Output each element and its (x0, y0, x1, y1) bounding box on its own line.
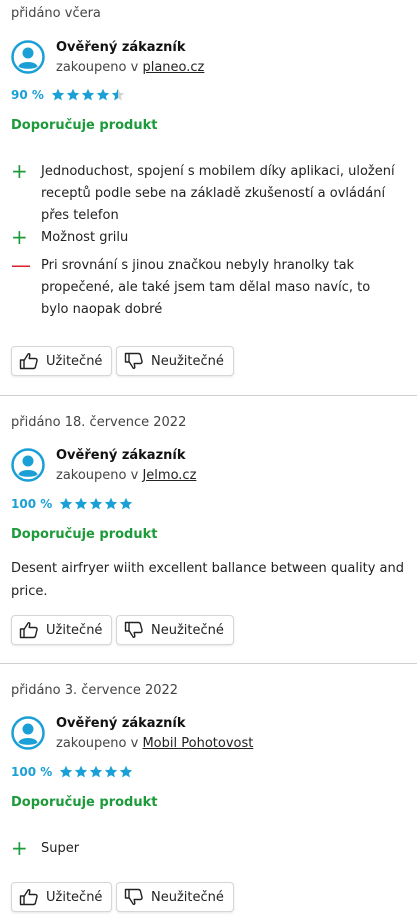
purchased-at-label: zakoupeno v (56, 736, 139, 751)
user-avatar-icon (11, 716, 45, 750)
star-icon (90, 765, 103, 778)
star-icon (96, 88, 110, 101)
plus-icon: + (11, 159, 28, 183)
thumbs-up-icon (19, 353, 38, 370)
recommends-product: Doporučuje produkt (11, 118, 158, 133)
star-icon (105, 497, 118, 510)
store-link[interactable]: Jelmo.cz (142, 468, 196, 483)
not-useful-button[interactable]: Neužitečné (116, 882, 234, 912)
user-avatar-icon (11, 448, 45, 482)
useful-button[interactable]: Užitečné (11, 346, 113, 376)
useful-button[interactable]: Užitečné (11, 615, 113, 645)
user-avatar-icon (11, 40, 45, 74)
review-date: přidáno 18. července 2022 (11, 415, 187, 430)
star-icon (66, 88, 80, 101)
con-text: Pri srovnání s jinou značkou nebyly hran… (41, 258, 371, 317)
minus-icon: — (11, 253, 31, 277)
useful-button[interactable]: Užitečné (11, 882, 113, 912)
store-link[interactable]: Mobil Pohotovost (142, 736, 253, 751)
recommends-product: Doporučuje produkt (11, 527, 158, 542)
star-icon (60, 765, 73, 778)
author-name: Ověřený zákazník (56, 40, 186, 55)
not-useful-label: Neužitečné (151, 622, 224, 638)
rating-percent: 100 % (11, 765, 53, 779)
recommends-product: Doporučuje produkt (11, 795, 158, 810)
purchased-at: zakoupeno v Jelmo.cz (56, 468, 196, 483)
review-text: Desent airfryer wiith excellent ballance… (11, 561, 404, 599)
pro-text: Super (41, 841, 80, 856)
useful-label: Užitečné (46, 889, 103, 905)
thumbs-down-icon (124, 621, 143, 638)
rating: 100 % (11, 497, 133, 511)
purchased-at-label: zakoupeno v (56, 60, 139, 75)
not-useful-button[interactable]: Neužitečné (116, 615, 234, 645)
author-name: Ověřený zákazník (56, 448, 186, 463)
rating-percent: 90 % (11, 88, 44, 102)
useful-label: Užitečné (46, 622, 103, 638)
star-rating (59, 497, 133, 511)
star-icon (111, 88, 125, 101)
review-date: přidáno 3. července 2022 (11, 683, 179, 698)
star-icon (60, 497, 73, 510)
star-icon (51, 88, 65, 101)
thumbs-up-icon (19, 622, 38, 639)
review-date: přidáno včera (11, 6, 101, 21)
rating: 100 % (11, 765, 133, 779)
review-divider (0, 395, 417, 396)
store-link[interactable]: planeo.cz (142, 60, 204, 75)
star-icon (105, 765, 118, 778)
useful-label: Užitečné (46, 353, 103, 369)
rating-percent: 100 % (11, 497, 53, 511)
thumbs-down-icon (124, 352, 143, 369)
not-useful-label: Neužitečné (151, 889, 224, 905)
author-name: Ověřený zákazník (56, 716, 186, 731)
not-useful-button[interactable]: Neužitečné (116, 346, 234, 376)
purchased-at: zakoupeno v planeo.cz (56, 60, 204, 75)
thumbs-up-icon (19, 889, 38, 906)
star-icon (75, 765, 88, 778)
star-icon (90, 497, 103, 510)
star-rating (59, 765, 133, 779)
pro-text: Jednoduchost, spojení s mobilem díky apl… (41, 164, 395, 223)
star-icon (81, 88, 95, 101)
not-useful-label: Neužitečné (151, 353, 224, 369)
pro-text: Možnost grilu (41, 230, 129, 245)
thumbs-down-icon (124, 888, 143, 905)
star-icon (120, 497, 133, 510)
star-icon (120, 765, 133, 778)
purchased-at-label: zakoupeno v (56, 468, 139, 483)
review-divider (0, 663, 417, 664)
plus-icon: + (11, 836, 28, 860)
purchased-at: zakoupeno v Mobil Pohotovost (56, 736, 253, 751)
star-icon (75, 497, 88, 510)
star-rating (51, 88, 125, 102)
rating: 90 % (11, 88, 125, 102)
plus-icon: + (11, 225, 28, 249)
